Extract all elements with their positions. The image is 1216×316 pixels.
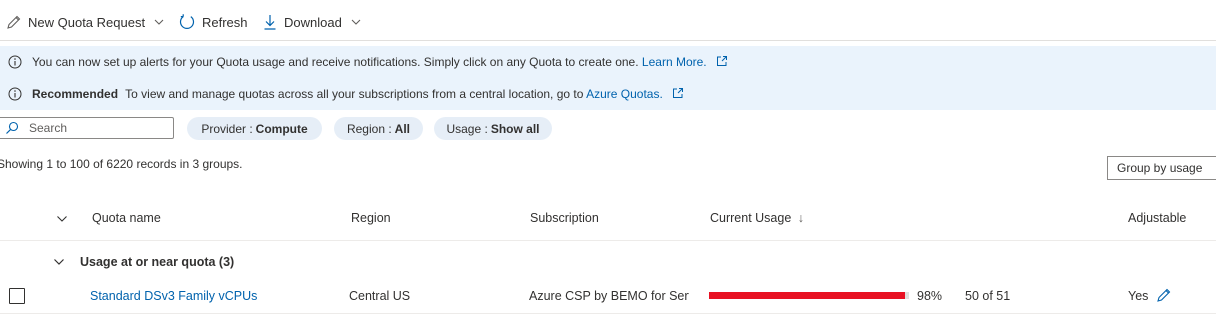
row-checkbox[interactable] [9, 288, 25, 304]
group-header-label: Usage at or near quota (3) [80, 255, 235, 269]
download-icon [262, 13, 278, 31]
sort-descending-icon: ↓ [797, 211, 805, 225]
recommended-banner: Recommended To view and manage quotas ac… [0, 78, 1216, 110]
header-divider [0, 240, 1216, 241]
search-icon [5, 121, 19, 138]
group-by-dropdown[interactable]: Group by usage [1107, 156, 1216, 180]
usage-percent: 98% [917, 289, 943, 303]
refresh-label: Refresh [202, 14, 248, 30]
chevron-down-icon [153, 16, 165, 28]
provider-filter-value: Compute [255, 121, 308, 136]
chevron-down-icon [350, 16, 362, 28]
azure-quotas-link[interactable]: Azure Quotas. [586, 87, 663, 101]
new-quota-request-button[interactable]: New Quota Request [6, 11, 165, 33]
provider-filter-pill[interactable]: Provider : Compute [187, 117, 322, 140]
region-filter-key: Region : [346, 121, 392, 136]
adjustable-value: Yes [1128, 289, 1149, 303]
row-divider [0, 313, 1216, 314]
pencil-icon [6, 14, 22, 30]
usage-filter-pill[interactable]: Usage : Show all [434, 117, 552, 140]
refresh-icon [178, 13, 196, 31]
external-link-icon[interactable] [716, 55, 728, 70]
column-header-adjustable[interactable]: Adjustable [1128, 211, 1186, 225]
usage-filter-value: Show all [490, 121, 540, 136]
download-label: Download [284, 14, 342, 30]
alerts-info-banner: You can now set up alerts for your Quota… [0, 46, 1216, 78]
refresh-button[interactable]: Refresh [178, 11, 248, 33]
region-filter-value: All [394, 121, 411, 136]
subscription-cell: Azure CSP by BEMO for Services [529, 289, 689, 303]
column-header-quota-name[interactable]: Quota name [92, 211, 161, 225]
recommended-title: Recommended [32, 87, 119, 101]
info-icon [8, 55, 22, 72]
group-collapse-chevron-icon[interactable] [52, 255, 66, 272]
quota-name-link[interactable]: Standard DSv3 Family vCPUs [90, 289, 257, 303]
search-box[interactable] [0, 117, 174, 139]
collapse-all-chevron-icon[interactable] [55, 212, 69, 229]
external-link-icon[interactable] [672, 87, 684, 102]
alerts-banner-text: You can now set up alerts for your Quota… [32, 55, 639, 69]
region-filter-pill[interactable]: Region : All [334, 117, 423, 140]
command-bar: New Quota Request Refresh Download [0, 0, 1216, 41]
usage-filter-key: Usage : [446, 121, 488, 136]
column-header-region[interactable]: Region [351, 211, 391, 225]
edit-pencil-icon[interactable] [1156, 287, 1172, 306]
region-cell: Central US [349, 289, 411, 303]
provider-filter-key: Provider : [201, 121, 253, 136]
recommended-text: To view and manage quotas across all you… [125, 87, 584, 101]
usage-count: 50 of 51 [965, 289, 1011, 303]
current-usage-label: Current Usage [710, 211, 792, 225]
column-header-current-usage[interactable]: Current Usage ↓ [710, 211, 804, 225]
records-count: Showing 1 to 100 of 6220 records in 3 gr… [0, 157, 243, 171]
download-button[interactable]: Download [262, 11, 362, 33]
usage-progress-fill [709, 292, 905, 299]
search-input[interactable] [29, 118, 169, 138]
info-icon [8, 87, 22, 104]
column-header-subscription[interactable]: Subscription [530, 211, 599, 225]
learn-more-link[interactable]: Learn More. [642, 55, 707, 69]
usage-progress-bar [709, 292, 909, 299]
new-quota-request-label: New Quota Request [28, 14, 146, 30]
